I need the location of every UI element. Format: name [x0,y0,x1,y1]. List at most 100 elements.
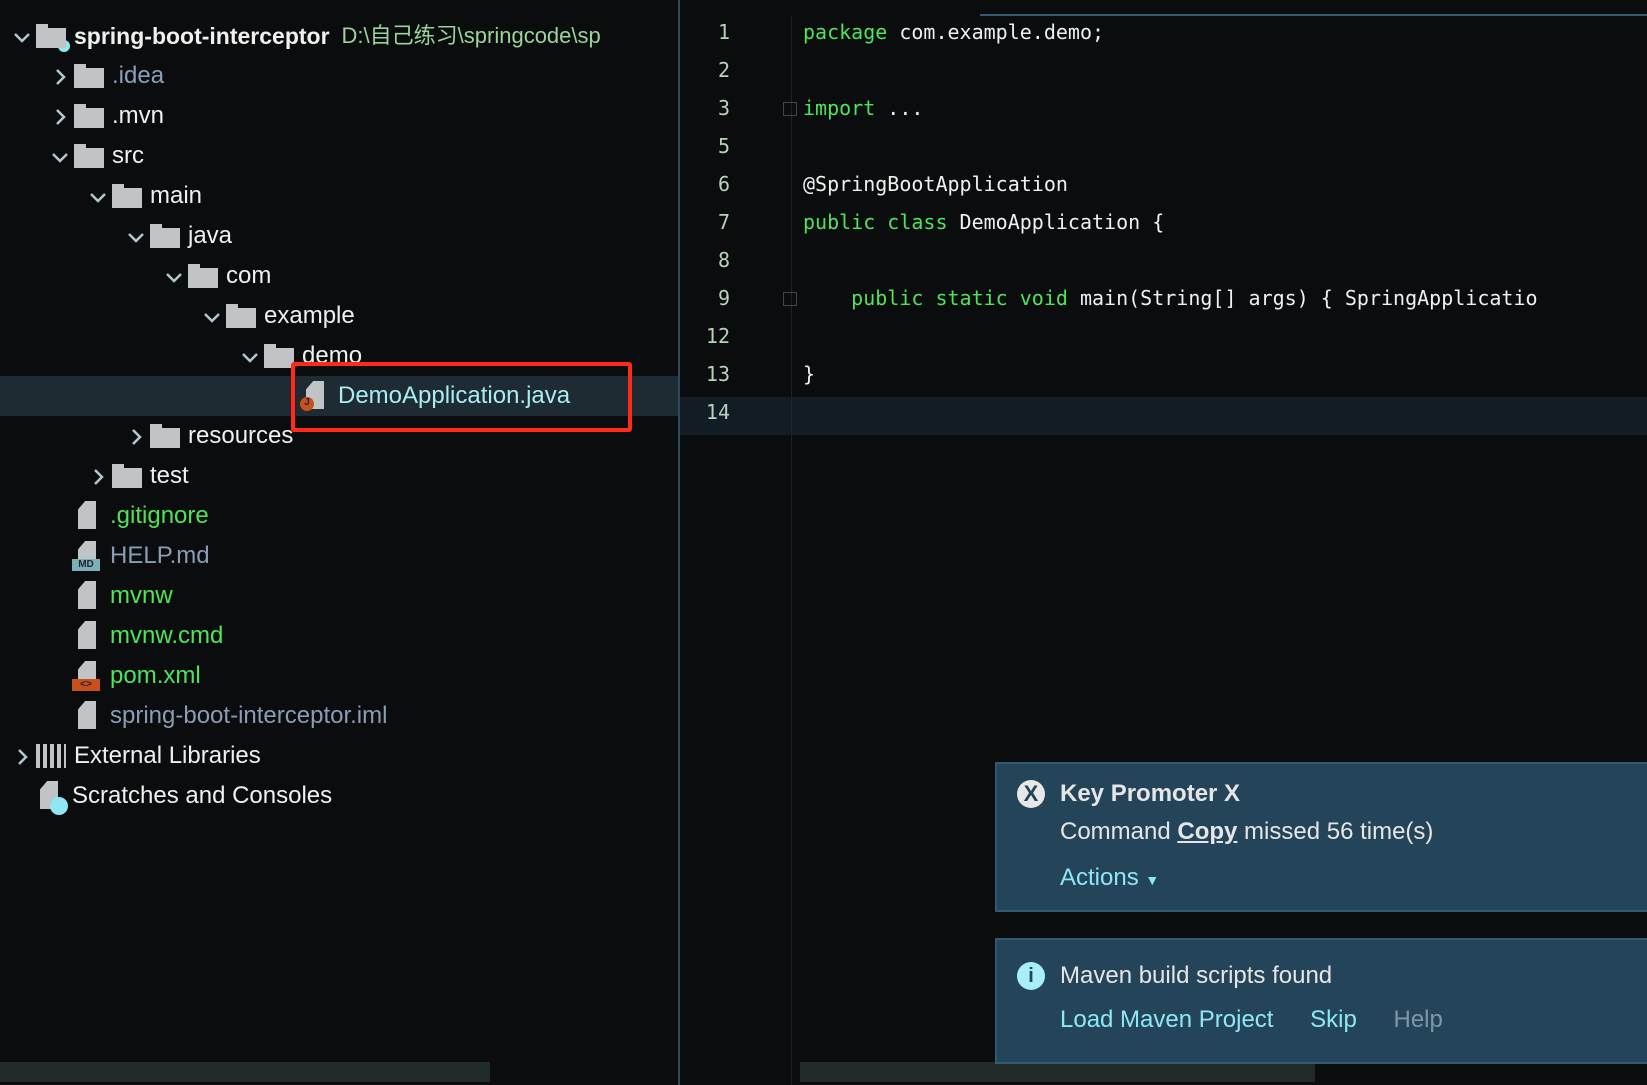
chevron-down-icon[interactable] [240,346,260,366]
tree-item-label: main [150,182,203,209]
notification-message: Command Copy missed 56 time(s) [1060,818,1630,846]
code-text: ... [875,96,924,120]
tree-item[interactable]: example [0,296,678,336]
line-number: 5 [717,134,730,158]
chevron-right-icon[interactable] [88,466,108,486]
libraries-icon [36,744,66,768]
code-editor[interactable]: 1 package com.example.demo; 2 3 import ... 5 6… [678,0,1647,1085]
file-icon [74,621,100,651]
tree-item-label: example [264,302,355,329]
line-number: 6 [717,172,730,196]
tree-item[interactable]: MD HELP.md [0,536,678,576]
skip-link[interactable]: Skip [1310,1006,1357,1033]
code-line[interactable]: package com.example.demo; [803,20,1643,44]
module-folder-icon [36,24,70,52]
chevron-right-icon[interactable] [126,426,146,446]
tree-item-label: pom.xml [110,662,201,689]
file-icon: <> [72,661,100,691]
chevron-down-icon[interactable] [202,306,222,326]
chevron-right-icon[interactable] [50,106,70,126]
code-line[interactable]: } [803,362,1643,386]
chevron-down-icon[interactable] [164,266,184,286]
tree-item[interactable]: main [0,176,678,216]
tree-item[interactable]: com [0,256,678,296]
command-name: Copy [1177,818,1238,845]
tree-item[interactable]: mvnw.cmd [0,616,678,656]
keyword: public static void [803,286,1068,310]
keyword: public class [803,210,948,234]
tree-item-label: HELP.md [110,542,210,569]
actions-label: Actions [1060,864,1139,891]
keyword: import [803,96,876,120]
editor-horizontal-scrollbar[interactable] [800,1062,1315,1082]
code-text: } [803,362,816,386]
folder-icon [112,464,142,488]
tree-item[interactable]: .idea [0,56,678,96]
key-promoter-icon: X [1017,780,1045,808]
tree-item-label: test [150,462,189,489]
code-line[interactable]: import ... [803,96,1643,120]
caret-down-icon: ▼ [1145,872,1160,888]
code-text: main(String[] args) { SpringApplicatio [1067,286,1538,310]
message-suffix: missed 56 time(s) [1237,818,1434,845]
code-line[interactable]: @SpringBootApplication [803,172,1643,196]
chevron-down-icon[interactable] [88,186,108,206]
folder-icon [112,184,142,208]
tree-item[interactable]: mvnw [0,576,678,616]
help-link[interactable]: Help [1394,1006,1443,1033]
tree-item[interactable]: <> pom.xml [0,656,678,696]
line-number: 12 [705,324,730,348]
tree-item-label: mvnw [110,582,173,609]
tree-item-label: Scratches and Consoles [72,782,333,809]
line-number: 14 [705,400,730,424]
folder-icon [150,224,180,248]
notification-title: Key Promoter X [1060,780,1241,807]
tree-item[interactable]: .gitignore [0,496,678,536]
line-number: 9 [717,286,730,310]
tree-item[interactable]: java [0,216,678,256]
file-icon [74,581,100,611]
file-icon [74,701,100,731]
line-number: 8 [717,248,730,272]
tree-item-label: External Libraries [74,742,261,769]
project-path: D:\自己练习\springcode\sp [341,23,601,48]
actions-dropdown[interactable]: Actions ▼ [1060,864,1630,892]
tree-horizontal-scrollbar[interactable] [0,1062,490,1082]
notification-title: Maven build scripts found [1060,962,1333,989]
project-tree-panel: spring-boot-interceptor D:\自己练习\springco… [0,0,678,1085]
code-line[interactable]: public class DemoApplication { [803,210,1643,234]
tree-item[interactable]: External Libraries [0,736,678,776]
file-icon [74,501,100,531]
fold-toggle-icon[interactable] [783,102,797,116]
chevron-right-icon[interactable] [12,746,32,766]
chevron-down-icon[interactable] [50,146,70,166]
tree-item[interactable]: .mvn [0,96,678,136]
project-name: spring-boot-interceptor [74,22,330,49]
load-maven-project-link[interactable]: Load Maven Project [1060,1006,1273,1033]
tree-item-label: spring-boot-interceptor.iml [110,702,388,729]
folder-icon [226,304,256,328]
tree-item-label: java [188,222,233,249]
tree-root[interactable]: spring-boot-interceptor D:\自己练习\springco… [0,16,678,56]
tree-item-label: .mvn [112,102,165,129]
tree-item[interactable]: test [0,456,678,496]
tree-item[interactable]: spring-boot-interceptor.iml [0,696,678,736]
chevron-down-icon[interactable] [12,26,32,46]
gutter-divider [791,16,792,1085]
tree-item-label: com [226,262,272,289]
chevron-right-icon[interactable] [50,66,70,86]
fold-toggle-icon[interactable] [783,292,797,306]
tree-item[interactable]: src [0,136,678,176]
keyword: package [803,20,888,44]
chevron-down-icon[interactable] [126,226,146,246]
tree-item[interactable]: Scratches and Consoles [0,776,678,816]
folder-icon [74,144,104,168]
key-promoter-notification: X Key Promoter X Command Copy missed 56 … [995,762,1647,912]
tree-item-label: resources [188,422,294,449]
code-line[interactable]: public static void main(String[] args) {… [803,286,1643,310]
code-text: @SpringBootApplication [803,172,1068,196]
line-number: 2 [717,58,730,82]
scratches-icon [36,781,68,815]
line-number: 7 [717,210,730,234]
tree-item-label: .gitignore [110,502,209,529]
